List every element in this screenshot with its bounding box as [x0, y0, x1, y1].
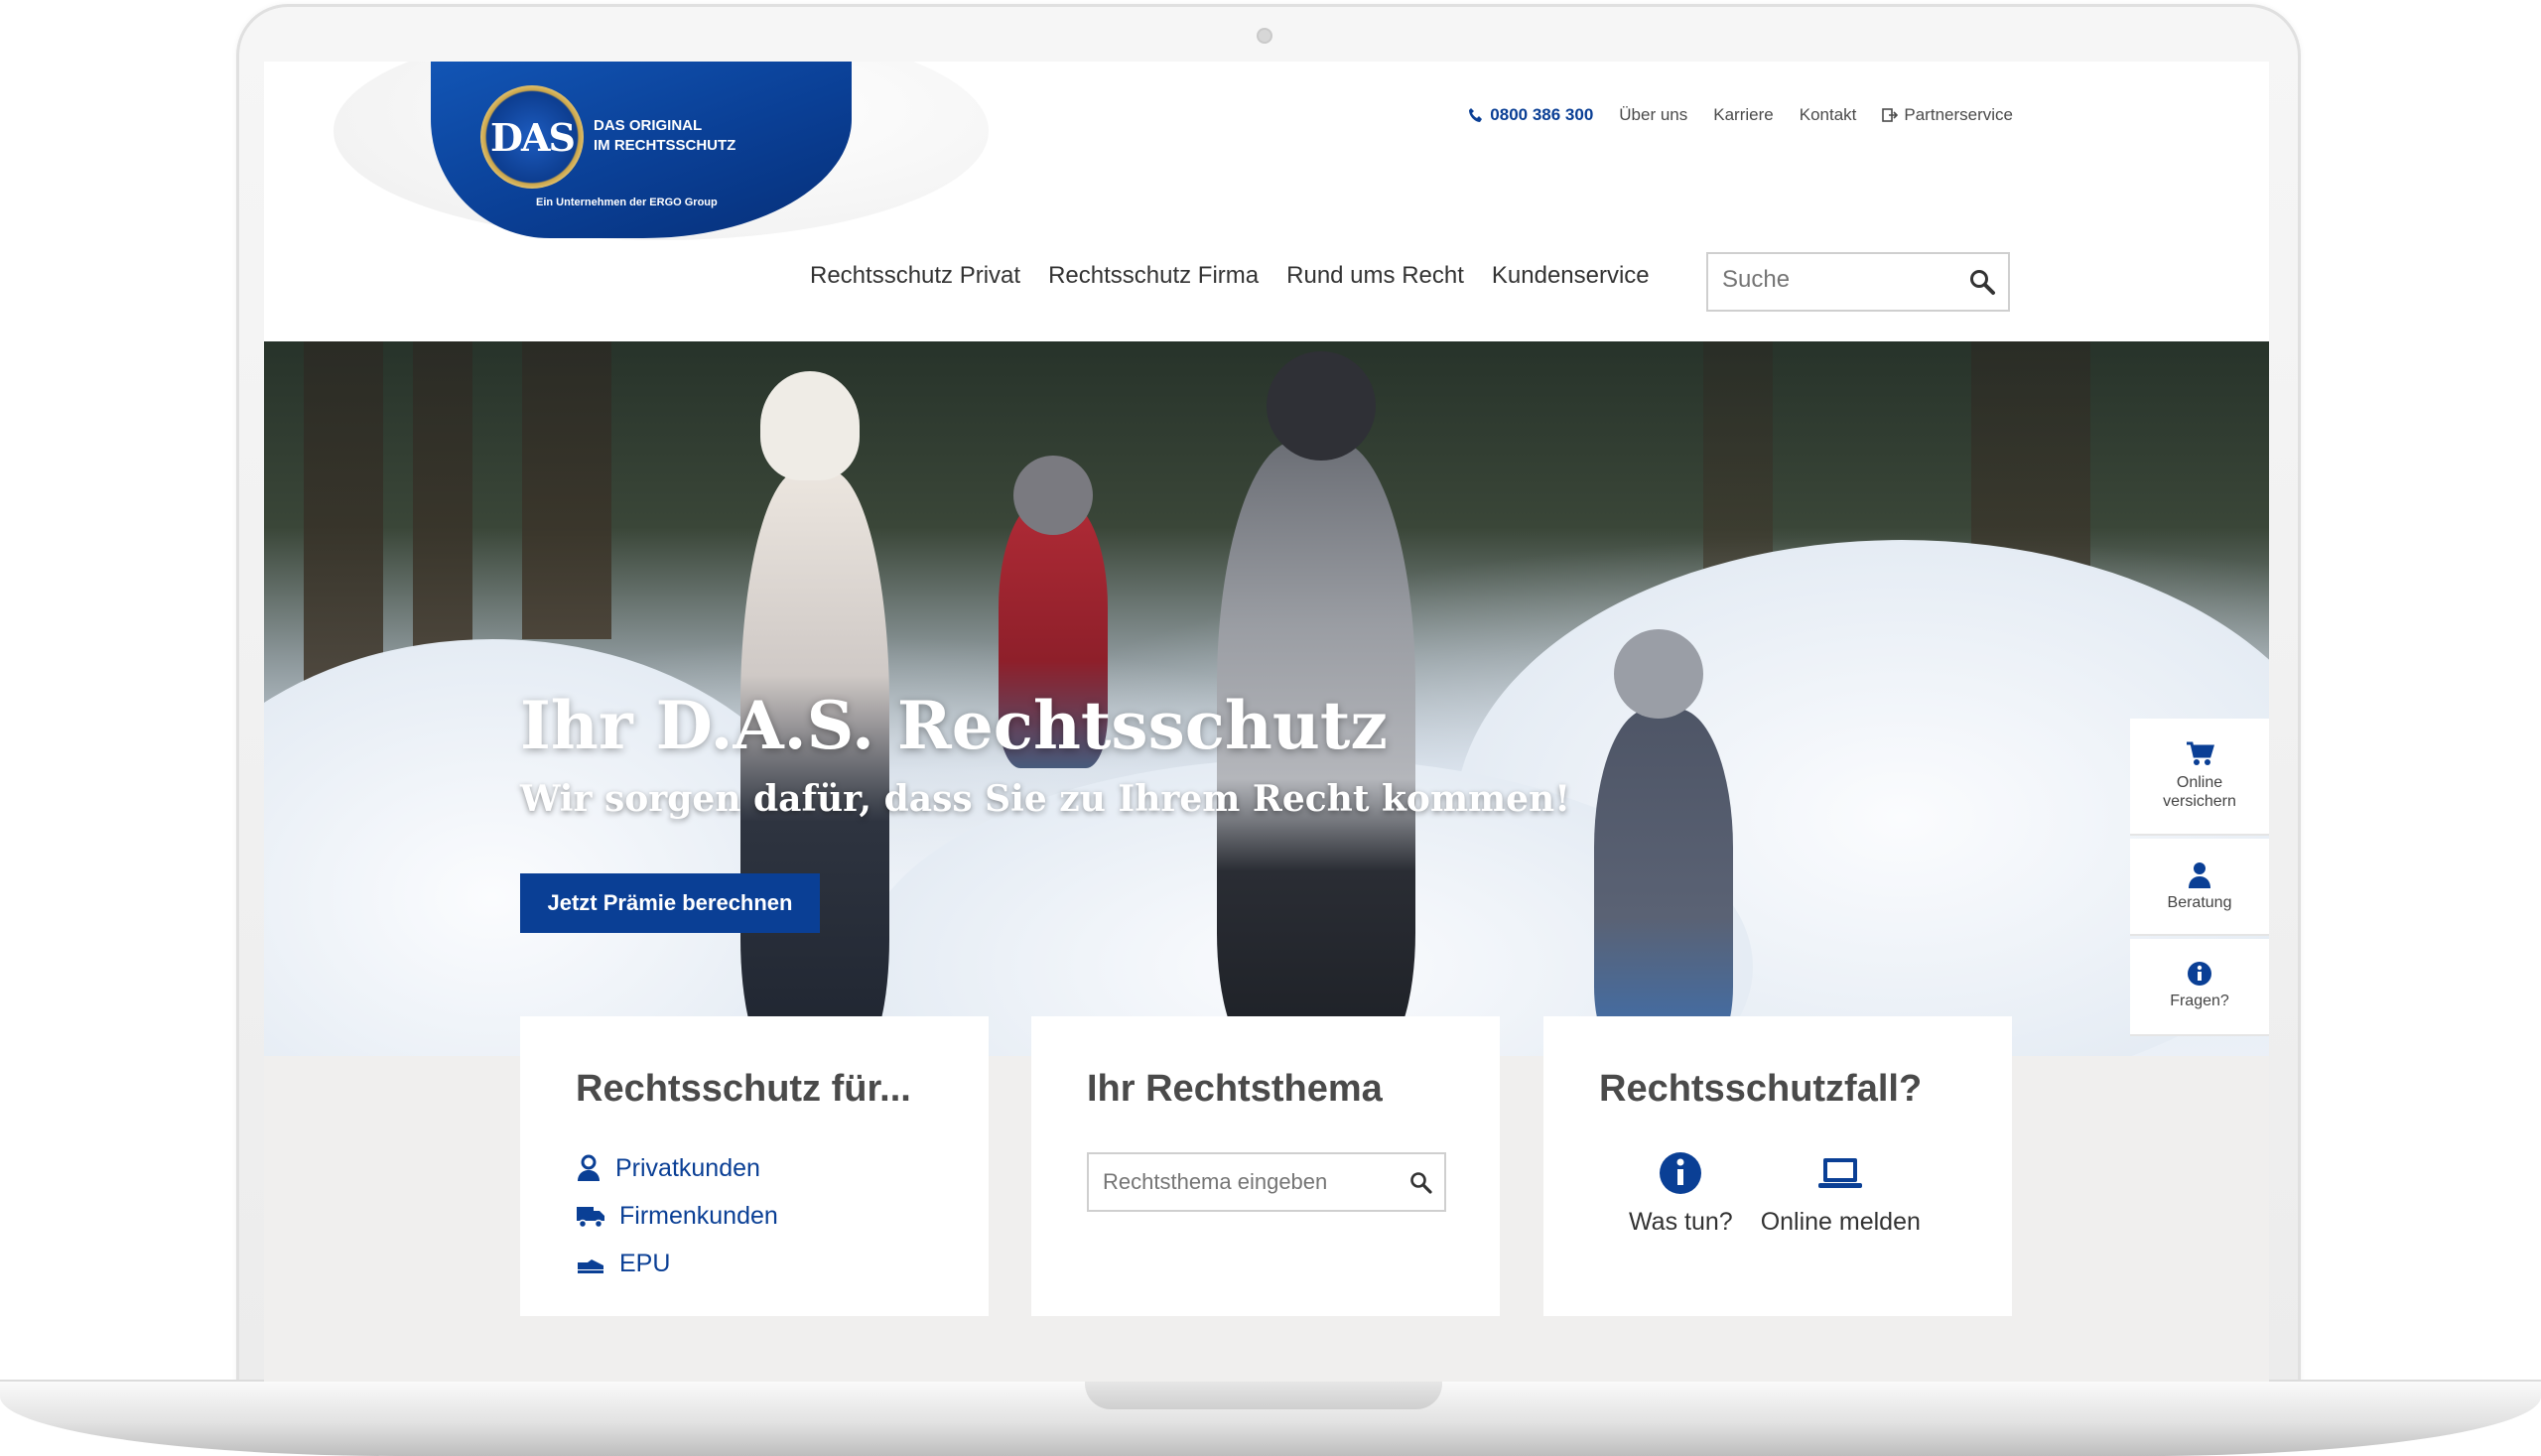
- partnerservice-label: Partnerservice: [1904, 105, 2013, 124]
- link-epu-label: EPU: [619, 1249, 671, 1277]
- hero-banner: Ihr D.A.S. Rechtsschutz Wir sorgen dafür…: [264, 341, 2269, 1056]
- login-icon: [1882, 108, 1899, 122]
- link-privatkunden-label: Privatkunden: [615, 1153, 760, 1182]
- side-beratung[interactable]: Beratung: [2130, 839, 2269, 936]
- topnav-kontakt[interactable]: Kontakt: [1800, 105, 1857, 125]
- rechtsthema-input[interactable]: [1089, 1154, 1414, 1210]
- logo-group-note: Ein Unternehmen der ERGO Group: [536, 197, 718, 208]
- card-rechtsschutzfall: Rechtsschutzfall? Was tun? Online melden: [1543, 1016, 2012, 1316]
- link-epu[interactable]: EPU: [576, 1240, 933, 1287]
- link-firmenkunden[interactable]: Firmenkunden: [576, 1192, 933, 1240]
- rechtsthema-search: [1087, 1152, 1446, 1212]
- action-was-tun-label: Was tun?: [1629, 1208, 1733, 1236]
- hero-subtitle: Wir sorgen dafür, dass Sie zu Ihrem Rech…: [520, 778, 1571, 820]
- card3-title: Rechtsschutzfall?: [1599, 1068, 1923, 1110]
- search-input[interactable]: [1708, 254, 1964, 306]
- site-header: DAS DAS ORIGINAL IM RECHTSSCHUTZ Ein Unt…: [264, 62, 2269, 341]
- nav-rechtsschutz-firma[interactable]: Rechtsschutz Firma: [1048, 262, 1259, 290]
- action-online-melden[interactable]: Online melden: [1761, 1148, 1921, 1237]
- link-privatkunden[interactable]: Privatkunden: [576, 1144, 933, 1192]
- laptop-notch: [1085, 1382, 1442, 1409]
- search-icon[interactable]: [1408, 1170, 1432, 1194]
- camera-dot: [1257, 28, 1272, 44]
- das-seal-icon: DAS: [480, 85, 584, 189]
- side-fragen[interactable]: Fragen?: [2130, 939, 2269, 1036]
- top-nav: 0800 386 300 Über uns Karriere Kontakt P…: [1468, 105, 2013, 125]
- nav-rund-ums-recht[interactable]: Rund ums Recht: [1286, 262, 1464, 290]
- browser-screen: DAS DAS ORIGINAL IM RECHTSSCHUTZ Ein Unt…: [264, 62, 2269, 1382]
- card1-title: Rechtsschutz für...: [576, 1068, 911, 1110]
- logo-tagline-line2: IM RECHTSSCHUTZ: [594, 137, 736, 154]
- person-icon: [578, 1154, 600, 1181]
- shoe-icon: [578, 1259, 603, 1273]
- info-icon: [1660, 1152, 1702, 1194]
- nav-rechtsschutz-privat[interactable]: Rechtsschutz Privat: [810, 262, 1020, 290]
- action-was-tun[interactable]: Was tun?: [1629, 1148, 1733, 1237]
- link-firmenkunden-label: Firmenkunden: [619, 1201, 778, 1230]
- card2-title: Ihr Rechtsthema: [1087, 1068, 1383, 1110]
- person-icon: [2189, 862, 2210, 888]
- card-rechtsthema: Ihr Rechtsthema: [1031, 1016, 1500, 1316]
- search-box: [1706, 252, 2010, 312]
- side-online-label1: Online: [2176, 774, 2223, 791]
- side-online-versichern[interactable]: Online versichern: [2130, 719, 2269, 836]
- logo-tagline-line1: DAS ORIGINAL: [594, 117, 703, 134]
- topnav-ueber-uns[interactable]: Über uns: [1619, 105, 1687, 125]
- phone-number: 0800 386 300: [1490, 105, 1594, 124]
- phone-link[interactable]: 0800 386 300: [1468, 105, 1593, 125]
- search-icon[interactable]: [1968, 268, 1996, 296]
- partnerservice-link[interactable]: Partnerservice: [1882, 105, 2013, 125]
- truck-icon: [577, 1207, 604, 1229]
- nav-kundenservice[interactable]: Kundenservice: [1492, 262, 1650, 290]
- claim-actions: Was tun? Online melden: [1599, 1148, 1956, 1237]
- side-beratung-label: Beratung: [2167, 894, 2232, 911]
- customer-type-links: Privatkunden Firmenkunden EPU: [576, 1144, 933, 1287]
- side-quick-links: Online versichern Beratung Fragen?: [2130, 719, 2269, 1039]
- phone-icon: [1469, 108, 1483, 122]
- side-online-label2: versichern: [2163, 793, 2236, 810]
- calculate-premium-button[interactable]: Jetzt Prämie berechnen: [520, 873, 820, 933]
- topnav-karriere[interactable]: Karriere: [1713, 105, 1773, 125]
- cart-icon: [2187, 741, 2215, 765]
- main-nav: Rechtsschutz Privat Rechtsschutz Firma R…: [810, 262, 1650, 290]
- card-rechtsschutz-fuer: Rechtsschutz für... Privatkunden Firmenk…: [520, 1016, 989, 1316]
- laptop-icon: [1818, 1158, 1863, 1188]
- action-online-melden-label: Online melden: [1760, 1208, 1921, 1236]
- side-fragen-label: Fragen?: [2170, 993, 2229, 1009]
- hero-title: Ihr D.A.S. Rechtsschutz: [520, 687, 1388, 764]
- info-icon: [2188, 962, 2211, 986]
